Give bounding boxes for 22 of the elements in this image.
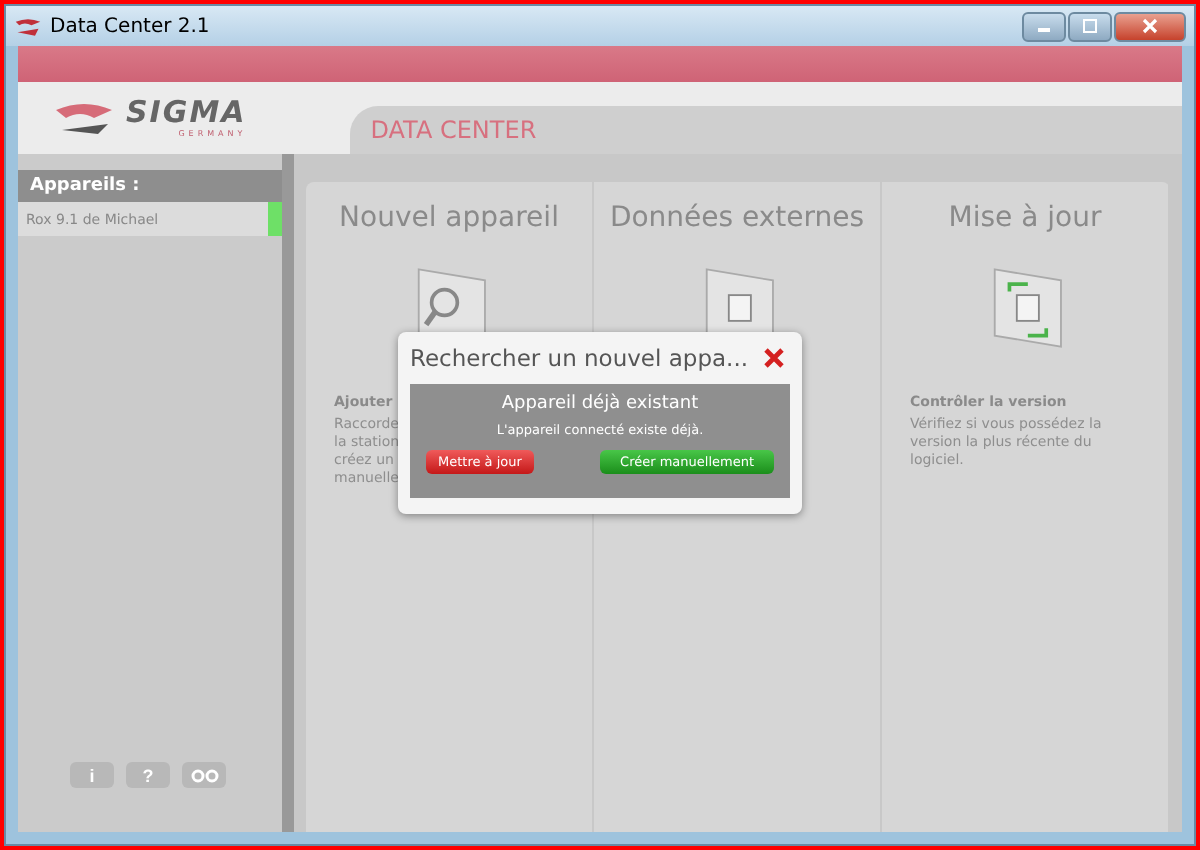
maximize-button[interactable] — [1068, 11, 1112, 41]
two-circles-icon — [188, 767, 220, 783]
close-icon — [1140, 18, 1160, 34]
app-title: DATA CENTER — [350, 106, 1182, 154]
minimize-button[interactable] — [1022, 11, 1066, 41]
panel-title[interactable]: Mise à jour — [948, 202, 1102, 234]
message-title: Appareil déjà existant — [501, 394, 699, 414]
logo-text: SIGMA — [126, 98, 247, 128]
dialog-title: Rechercher un nouvel appa... — [410, 344, 749, 372]
panel-title[interactable]: Nouvel appareil — [339, 202, 559, 234]
devices-heading: Appareils : — [18, 170, 282, 202]
close-icon — [764, 348, 784, 368]
close-button[interactable] — [762, 346, 786, 370]
maximize-icon — [1080, 18, 1100, 34]
sidebar-button[interactable]: i — [70, 762, 114, 788]
panel-title[interactable]: Données externes — [609, 202, 865, 234]
window-title: Data Center 2.1 — [50, 15, 210, 37]
logo-swoosh-icon — [54, 102, 114, 134]
settings-button[interactable] — [182, 762, 226, 788]
sidebar-button[interactable]: ? — [126, 762, 170, 788]
app-logo-icon — [14, 15, 42, 37]
close-button[interactable] — [1114, 11, 1186, 41]
